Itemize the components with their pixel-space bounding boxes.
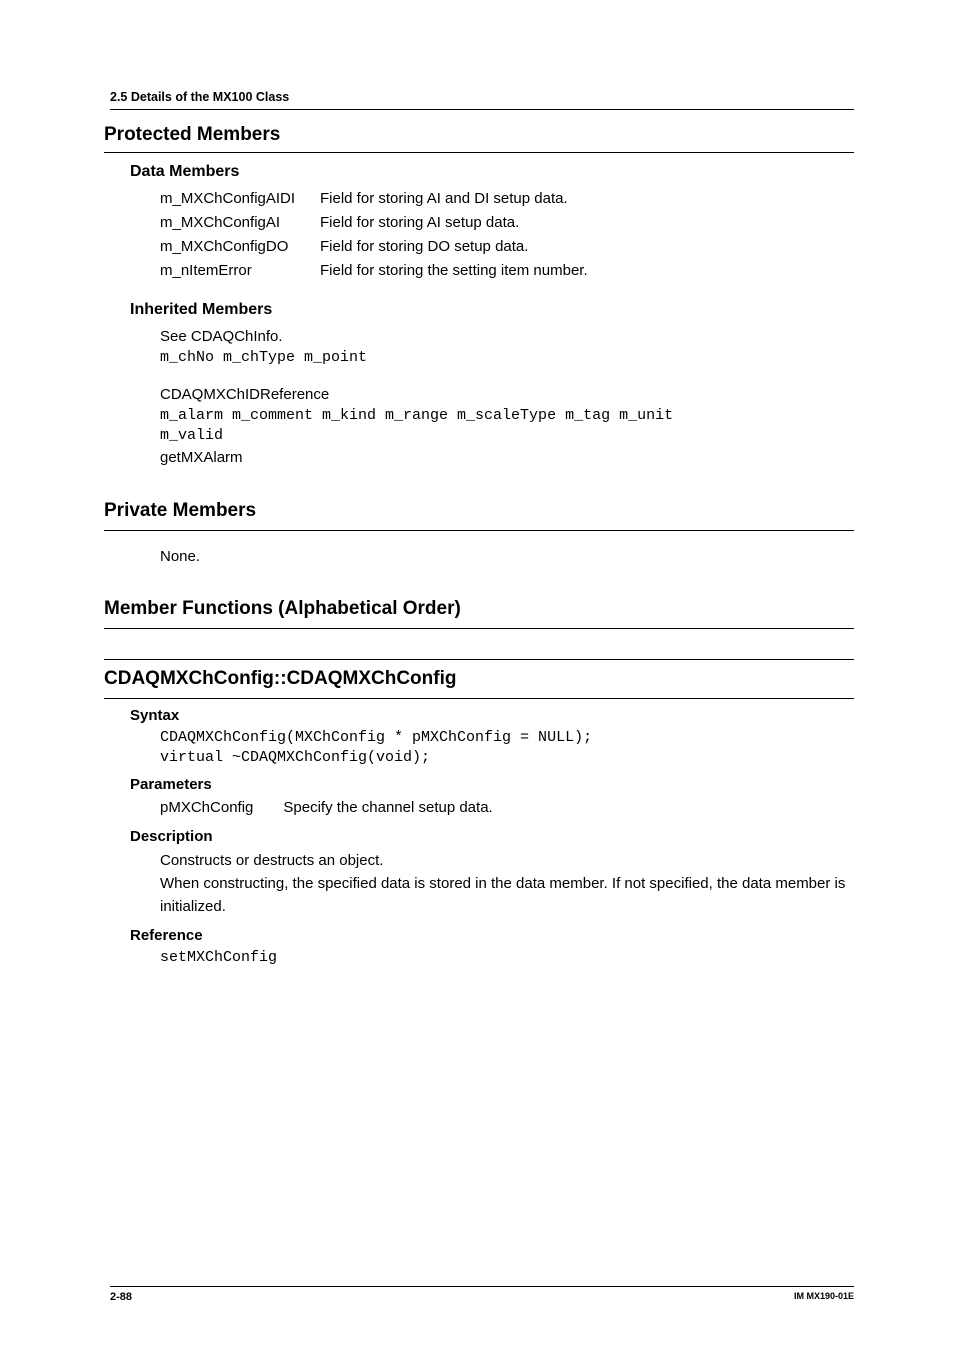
reference-code: setMXChConfig <box>160 948 854 968</box>
inherited-code-1: m_chNo m_chType m_point <box>160 348 854 368</box>
parameters-table: pMXChConfig Specify the channel setup da… <box>160 797 523 820</box>
syntax-code: CDAQMXChConfig(MXChConfig * pMXChConfig … <box>160 728 854 769</box>
member-desc: Field for storing the setting item numbe… <box>320 259 608 283</box>
member-name: m_MXChConfigDO <box>160 235 320 259</box>
description-line2: When constructing, the specified data is… <box>160 872 854 919</box>
inherited-text-2: CDAQMXChIDReference <box>160 383 854 406</box>
member-name: m_MXChConfigAI <box>160 211 320 235</box>
description-heading: Description <box>130 828 854 845</box>
param-name: pMXChConfig <box>160 797 283 820</box>
member-desc: Field for storing AI and DI setup data. <box>320 187 608 211</box>
member-name: m_nItemError <box>160 259 320 283</box>
private-members-heading: Private Members <box>104 500 854 531</box>
private-members-body: None. <box>160 545 854 568</box>
member-name: m_MXChConfigAIDI <box>160 187 320 211</box>
page-header-text: 2.5 Details of the MX100 Class <box>110 90 854 110</box>
table-row: m_MXChConfigAIDI Field for storing AI an… <box>160 187 608 211</box>
page-footer: 2-88 IM MX190-01E <box>110 1286 854 1303</box>
inherited-members-heading: Inherited Members <box>130 301 854 319</box>
param-desc: Specify the channel setup data. <box>283 797 522 820</box>
footer-right: IM MX190-01E <box>794 1291 854 1303</box>
reference-heading: Reference <box>130 927 854 944</box>
description-line1: Constructs or destructs an object. <box>160 849 854 872</box>
table-row: m_MXChConfigDO Field for storing DO setu… <box>160 235 608 259</box>
parameters-heading: Parameters <box>130 776 854 793</box>
syntax-heading: Syntax <box>130 707 854 724</box>
table-row: pMXChConfig Specify the channel setup da… <box>160 797 523 820</box>
inherited-code-2: m_alarm m_comment m_kind m_range m_scale… <box>160 406 854 447</box>
table-row: m_nItemError Field for storing the setti… <box>160 259 608 283</box>
data-members-table: m_MXChConfigAIDI Field for storing AI an… <box>160 187 608 283</box>
protected-members-heading: Protected Members <box>104 124 854 153</box>
classref-heading: CDAQMXChConfig::CDAQMXChConfig <box>104 659 854 699</box>
inherited-text-3: getMXAlarm <box>160 446 854 469</box>
member-desc: Field for storing AI setup data. <box>320 211 608 235</box>
member-desc: Field for storing DO setup data. <box>320 235 608 259</box>
member-functions-heading: Member Functions (Alphabetical Order) <box>104 598 854 629</box>
inherited-text-1: See CDAQChInfo. <box>160 325 854 348</box>
data-members-heading: Data Members <box>130 163 854 181</box>
table-row: m_MXChConfigAI Field for storing AI setu… <box>160 211 608 235</box>
footer-left: 2-88 <box>110 1291 132 1303</box>
